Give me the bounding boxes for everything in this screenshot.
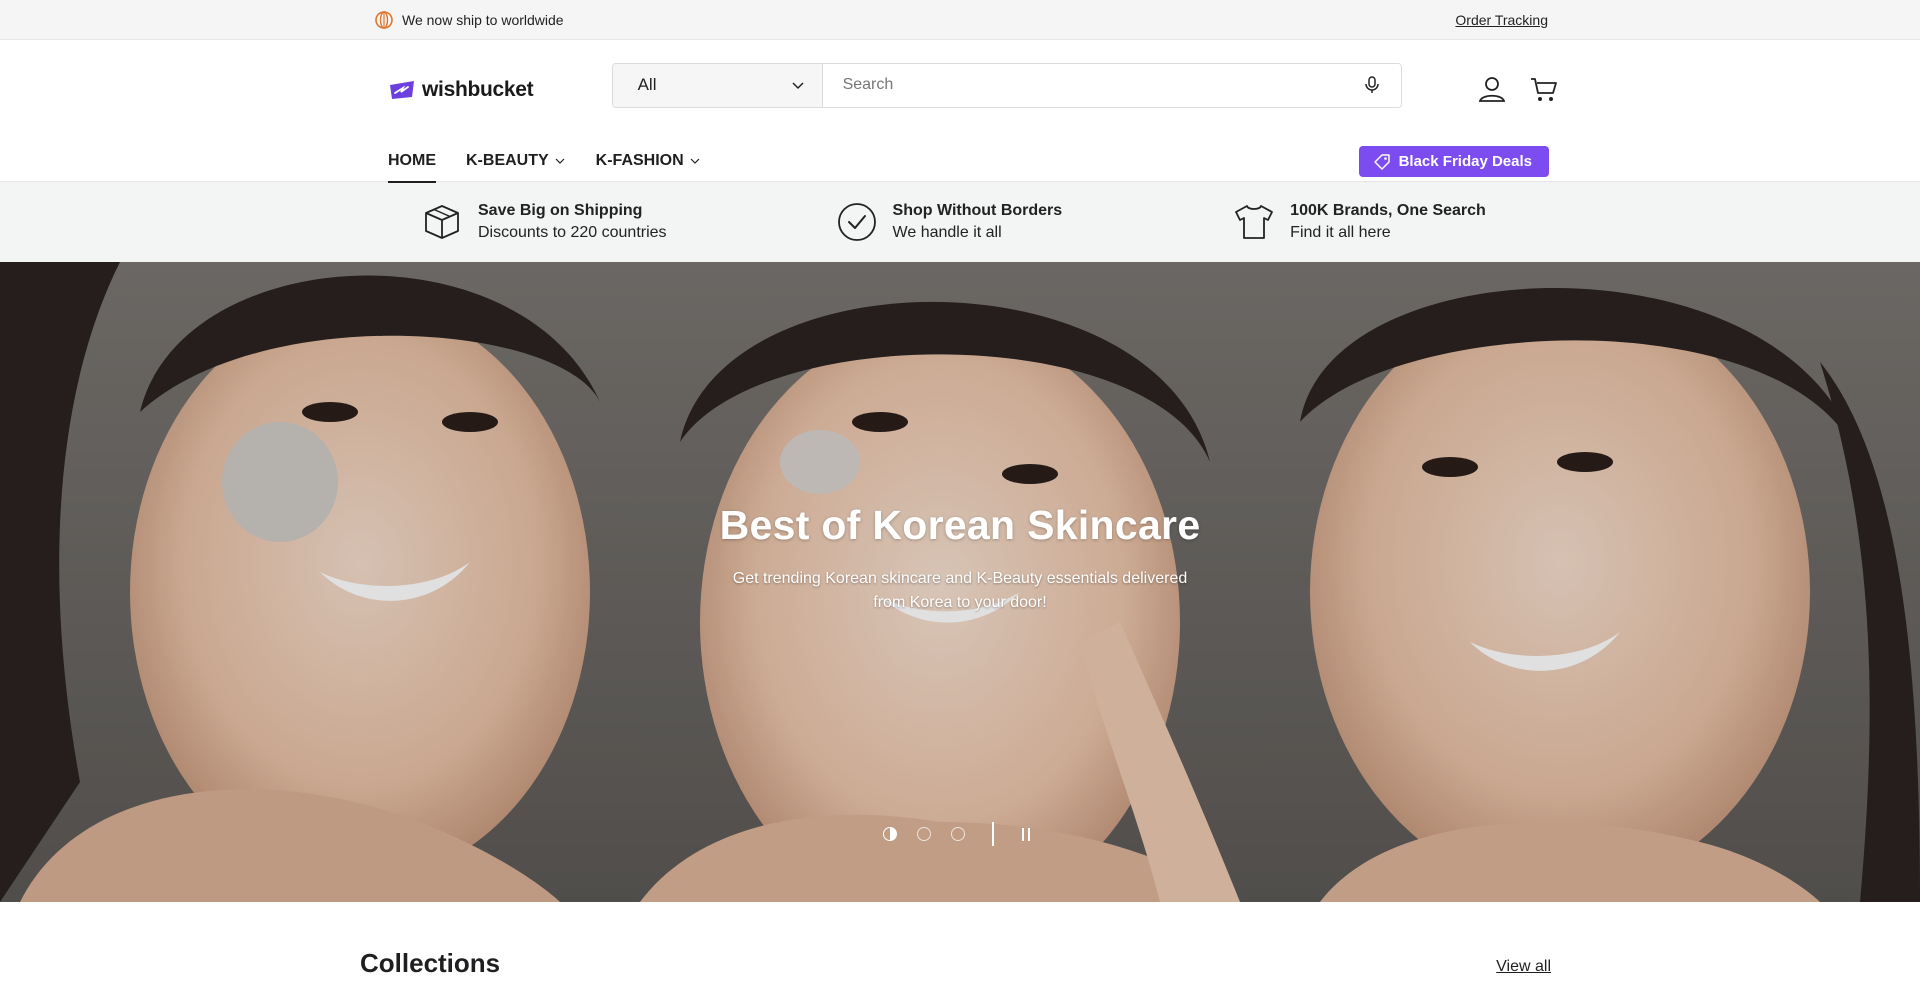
hero-subtitle: Get trending Korean skincare and K-Beaut… [732,570,1188,611]
controls-divider [992,822,994,846]
benefit-brands: 100K Brands, One Search Find it all here [1232,200,1486,244]
hero-slideshow: Best of Korean Skincare Get trending Kor… [0,262,1920,902]
benefit-title: Save Big on Shipping [478,202,643,219]
nav-item-label: K-BEAUTY [466,152,549,169]
logo-mark-icon [388,79,416,101]
benefit-subtitle: Find it all here [1290,224,1391,241]
logo-text: wishbucket [422,78,534,101]
tshirt-icon [1232,200,1276,244]
slide-dot-1[interactable] [880,824,900,844]
tag-icon [1373,153,1391,171]
benefit-borders: Shop Without Borders We handle it all [835,200,1063,244]
benefit-subtitle: We handle it all [892,224,1002,241]
site-header: wishbucket All [0,40,1920,140]
mic-icon[interactable] [1361,74,1383,96]
account-icon[interactable] [1476,73,1508,105]
pause-icon[interactable] [1016,824,1036,844]
main-nav: HOME K-BEAUTY K-FASHION Black Friday Dea… [0,140,1920,183]
nav-item-k-beauty[interactable]: K-BEAUTY [466,140,566,182]
slide-dot-3[interactable] [948,824,968,844]
search-category-value: All [637,75,657,94]
announcement-bar: We now ship to worldwide Order Tracking [0,0,1920,40]
deal-button-label: Black Friday Deals [1398,153,1532,170]
chevron-down-icon [554,155,566,167]
benefit-title: Shop Without Borders [892,202,1063,219]
collections-title: Collections [360,948,501,978]
nav-menu: HOME K-BEAUTY K-FASHION [388,140,701,183]
benefit-subtitle: Discounts to 220 countries [478,224,667,241]
search-input[interactable] [842,76,1361,94]
view-all-link[interactable]: View all [1496,958,1551,976]
nav-item-home[interactable]: HOME [388,140,436,183]
search-field [822,63,1401,107]
benefit-shipping: Save Big on Shipping Discounts to 220 co… [420,200,667,244]
chevron-down-icon [790,77,806,93]
header-actions [1476,73,1560,105]
search-category-select[interactable]: All [612,63,823,107]
benefits-strip: Save Big on Shipping Discounts to 220 co… [0,182,1920,262]
collections-section: Collections View all [0,902,1920,982]
nav-item-label: HOME [388,152,436,169]
check-circle-icon [835,200,879,244]
hero-content: Best of Korean Skincare Get trending Kor… [0,502,1920,615]
order-tracking-link[interactable]: Order Tracking [1455,12,1548,28]
black-friday-deals-button[interactable]: Black Friday Deals [1358,146,1549,177]
box-icon [420,200,464,244]
globe-icon [374,10,394,30]
nav-item-k-fashion[interactable]: K-FASHION [596,140,701,182]
search-bar: All [611,62,1402,108]
chevron-down-icon [689,155,701,167]
nav-item-label: K-FASHION [595,152,684,169]
logo[interactable]: wishbucket [388,78,612,102]
cart-icon[interactable] [1528,73,1560,105]
benefit-title: 100K Brands, One Search [1290,202,1486,219]
slide-dot-2[interactable] [914,824,934,844]
hero-title: Best of Korean Skincare [719,502,1201,548]
slideshow-controls [880,822,1036,846]
announcement: We now ship to worldwide [374,10,564,30]
announcement-text: We now ship to worldwide [402,12,564,28]
